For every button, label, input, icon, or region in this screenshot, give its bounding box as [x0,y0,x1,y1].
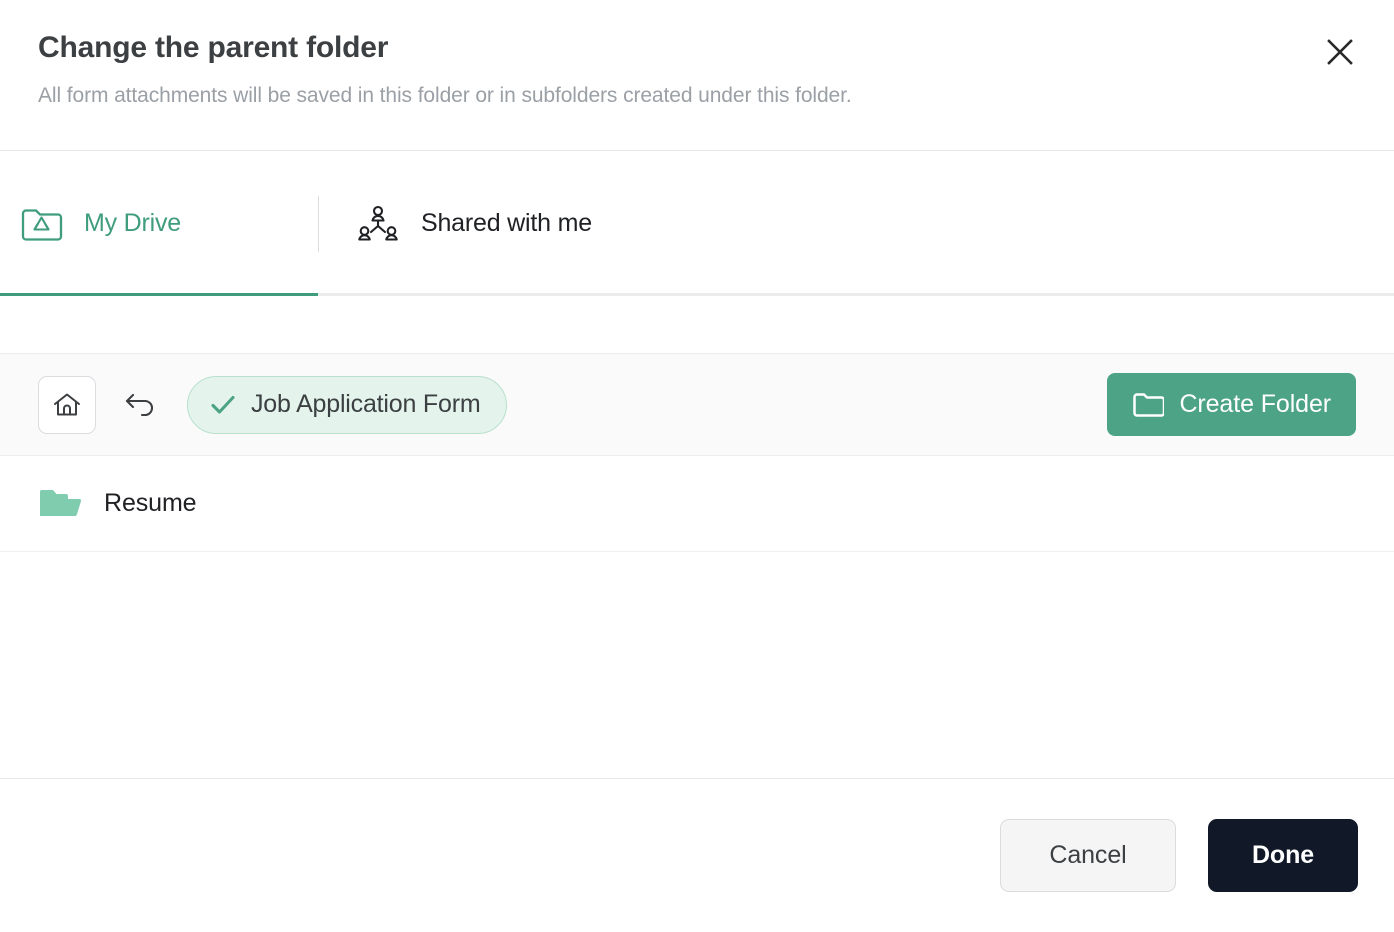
back-undo-button[interactable] [115,380,165,430]
undo-arrow-icon [125,393,154,416]
tab-underline-active [0,293,318,296]
drive-folder-icon [21,208,63,241]
page-title: Change the parent folder [38,31,389,64]
tab-shared-with-me[interactable]: Shared with me [319,151,592,296]
folder-list: Resume [0,456,1394,778]
create-folder-button[interactable]: Create Folder [1107,373,1356,436]
dialog-footer: Cancel Done [0,778,1394,932]
breadcrumb-toolbar: Job Application Form Create Folder [0,353,1394,456]
tab-my-drive[interactable]: My Drive [0,151,318,296]
change-parent-folder-dialog: Change the parent folder All form attach… [0,0,1394,932]
done-button[interactable]: Done [1208,819,1358,892]
list-item-name: Resume [104,489,197,517]
list-item[interactable]: Resume [0,456,1394,552]
dialog-subtitle: All form attachments will be saved in th… [38,84,852,107]
check-icon [211,395,235,414]
tab-bar: My Drive Shared with me [0,151,1394,296]
create-folder-label: Create Folder [1179,390,1331,418]
tabs-gap-spacer [0,296,1394,353]
close-button[interactable] [1316,28,1364,76]
open-folder-icon [40,489,82,516]
people-group-icon [358,205,398,241]
folder-outline-icon [1133,392,1165,417]
breadcrumb-item-job-application-form[interactable]: Job Application Form [187,375,508,434]
home-icon [54,393,80,415]
breadcrumb-label: Job Application Form [251,390,481,418]
cancel-button[interactable]: Cancel [1000,819,1176,892]
home-button[interactable] [38,375,96,434]
dialog-header: Change the parent folder All form attach… [0,0,1394,151]
tab-shared-with-me-label: Shared with me [421,209,592,237]
tab-my-drive-label: My Drive [84,209,182,237]
close-icon [1327,39,1353,65]
